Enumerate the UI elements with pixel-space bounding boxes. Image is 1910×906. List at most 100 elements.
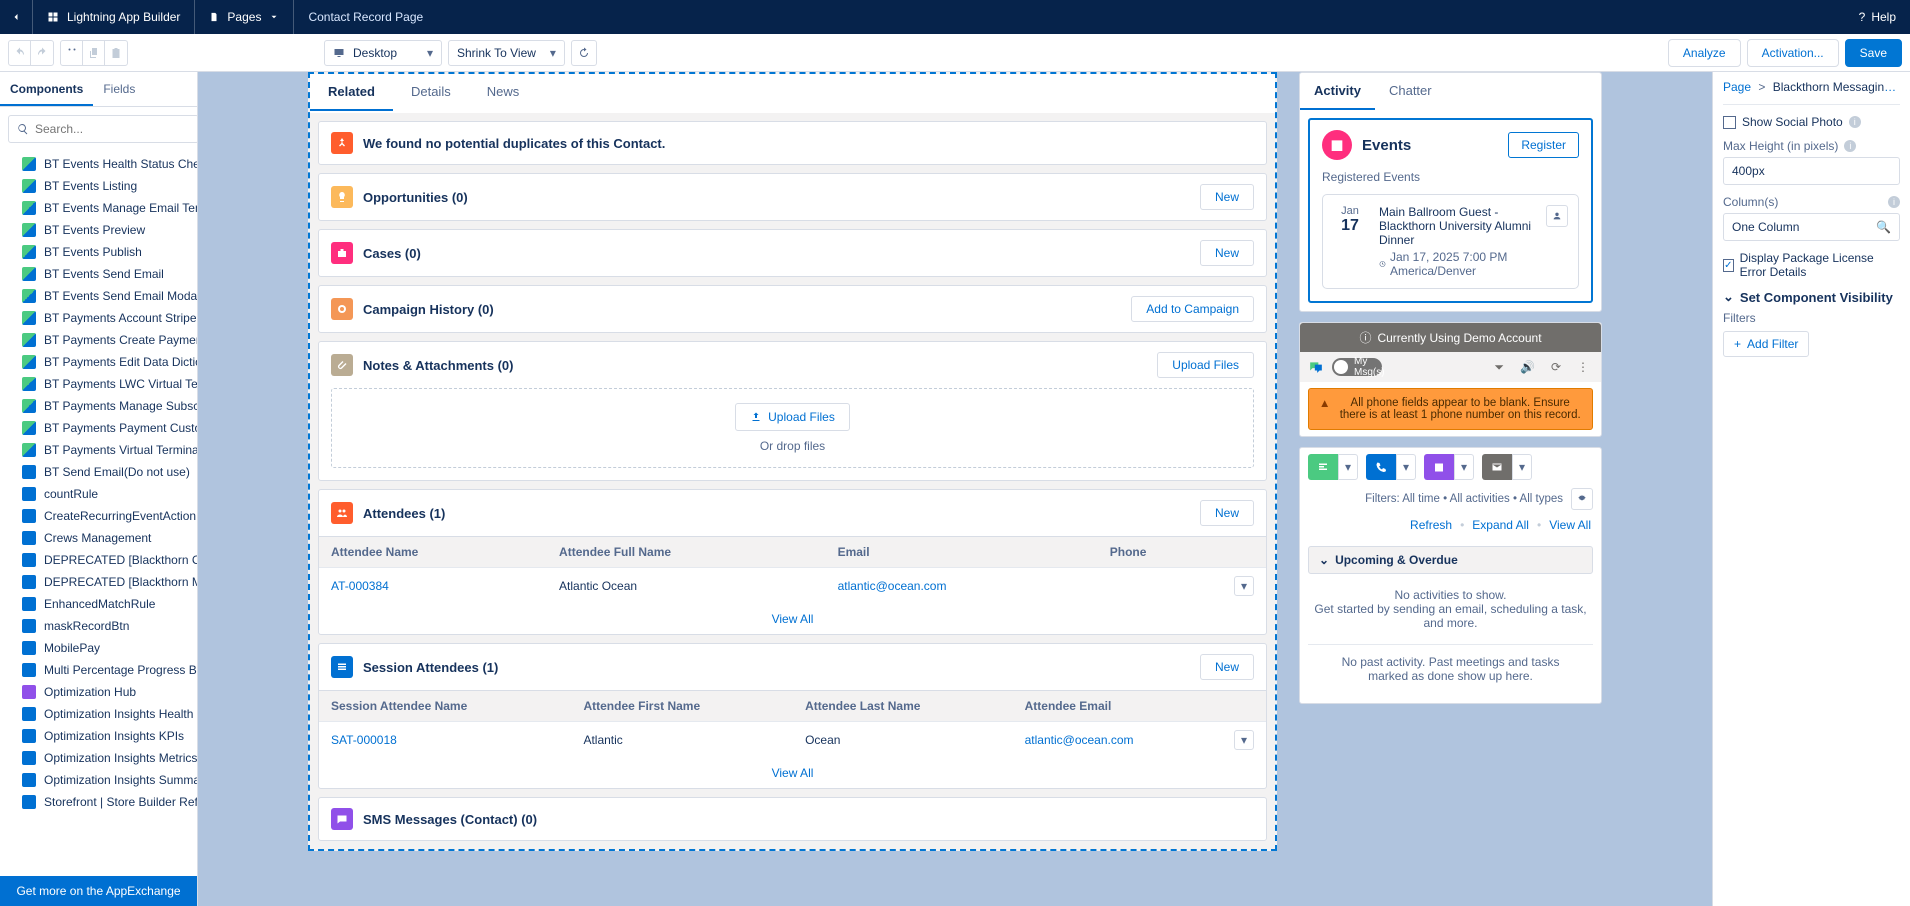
campaign-card[interactable]: Campaign History (0) Add to Campaign (318, 285, 1267, 333)
activity-timeline[interactable]: ▾ ▾ ▾ ▾ Filters: All time • All activiti… (1299, 447, 1602, 704)
component-item[interactable]: countRule (0, 483, 197, 505)
component-item[interactable]: BT Payments LWC Virtual Terminal (0, 373, 197, 395)
help-button[interactable]: ? Help (1845, 10, 1910, 24)
reload-icon[interactable]: ⟳ (1547, 360, 1565, 374)
more-icon[interactable]: ⋮ (1573, 360, 1593, 374)
appexchange-button[interactable]: Get more on the AppExchange (0, 876, 197, 906)
component-item[interactable]: BT Payments Account Stripe Cus... (0, 307, 197, 329)
sound-icon[interactable]: 🔊 (1516, 360, 1539, 374)
upload-files-button[interactable]: Upload Files (1157, 352, 1254, 378)
row-menu-button[interactable]: ▾ (1234, 730, 1254, 750)
component-item[interactable]: BT Events Manage Email Template (0, 197, 197, 219)
component-item[interactable]: BT Events Send Email (0, 263, 197, 285)
opportunities-new-button[interactable]: New (1200, 184, 1254, 210)
component-item[interactable]: Optimization Insights Summary (0, 769, 197, 791)
event-dropdown[interactable]: ▾ (1454, 454, 1474, 480)
component-item[interactable]: BT Payments Create Payment M... (0, 329, 197, 351)
session-new-button[interactable]: New (1200, 654, 1254, 680)
component-item[interactable]: BT Send Email(Do not use) (0, 461, 197, 483)
component-item[interactable]: Optimization Insights Health Che... (0, 703, 197, 725)
events-component-selected[interactable]: Events Register Registered Events Jan 17… (1308, 118, 1593, 303)
email-button[interactable] (1482, 454, 1512, 480)
cases-new-button[interactable]: New (1200, 240, 1254, 266)
task-button[interactable] (1308, 454, 1338, 480)
call-dropdown[interactable]: ▾ (1396, 454, 1416, 480)
messaging-component[interactable]: ⓘ Currently Using Demo Account My Msg(s)… (1299, 322, 1602, 437)
session-link[interactable]: SAT-000018 (331, 733, 397, 747)
device-select[interactable]: Desktop ▾ (324, 40, 442, 66)
tab-activity[interactable]: Activity (1300, 73, 1375, 110)
timeline-settings-button[interactable] (1571, 488, 1593, 510)
event-action-button[interactable] (1546, 205, 1568, 227)
pkg-error-checkbox[interactable]: ✓ (1723, 259, 1734, 272)
upcoming-section[interactable]: ⌄ Upcoming & Overdue (1308, 546, 1593, 574)
activity-card[interactable]: Activity Chatter Events Register Registe… (1299, 72, 1602, 312)
analyze-button[interactable]: Analyze (1668, 39, 1741, 67)
crumb-page[interactable]: Page (1723, 80, 1751, 94)
expand-link[interactable]: Expand All (1472, 518, 1529, 532)
visibility-section[interactable]: ⌄ Set Component Visibility (1723, 289, 1900, 305)
component-item[interactable]: MobilePay (0, 637, 197, 659)
session-view-all[interactable]: View All (772, 766, 814, 780)
component-item[interactable]: BT Events Preview (0, 219, 197, 241)
attendees-card[interactable]: Attendees (1) New Attendee Name Attendee… (318, 489, 1267, 635)
component-item[interactable]: BT Events Listing (0, 175, 197, 197)
max-height-input[interactable]: 400px (1723, 157, 1900, 185)
back-button[interactable] (0, 0, 33, 34)
opportunities-card[interactable]: Opportunities (0) New (318, 173, 1267, 221)
component-item[interactable]: EnhancedMatchRule (0, 593, 197, 615)
my-msgs-toggle[interactable]: My Msg(s) (1332, 358, 1382, 376)
component-item[interactable]: BT Events Send Email Modal (0, 285, 197, 307)
component-item[interactable]: Multi Percentage Progress Bar (0, 659, 197, 681)
task-dropdown[interactable]: ▾ (1338, 454, 1358, 480)
attendees-view-all[interactable]: View All (772, 612, 814, 626)
upload-files-inline-button[interactable]: Upload Files (735, 403, 850, 431)
save-button[interactable]: Save (1845, 39, 1902, 67)
tab-related[interactable]: Related (310, 74, 393, 111)
component-item[interactable]: Storefront | Store Builder Refres... (0, 791, 197, 813)
component-item[interactable]: BT Payments Virtual Terminal (0, 439, 197, 461)
call-button[interactable] (1366, 454, 1396, 480)
tab-details[interactable]: Details (393, 74, 469, 111)
search-input[interactable] (35, 122, 190, 136)
tab-news[interactable]: News (469, 74, 538, 111)
component-item[interactable]: BT Events Publish (0, 241, 197, 263)
sms-card[interactable]: SMS Messages (Contact) (0) (318, 797, 1267, 841)
tab-chatter[interactable]: Chatter (1375, 73, 1446, 110)
component-item[interactable]: Optimization Hub (0, 681, 197, 703)
component-item[interactable]: DEPRECATED [Blackthorn Messa... (0, 571, 197, 593)
component-item[interactable]: CreateRecurringEventAction (0, 505, 197, 527)
app-builder-button[interactable]: Lightning App Builder (33, 0, 195, 34)
component-item[interactable]: BT Payments Payment Customer... (0, 417, 197, 439)
filter-icon[interactable]: ⏷ (1490, 360, 1508, 375)
columns-select[interactable]: One Column 🔍 (1723, 213, 1900, 241)
viewall-link[interactable]: View All (1549, 518, 1591, 532)
cases-card[interactable]: Cases (0) New (318, 229, 1267, 277)
component-item[interactable]: DEPRECATED [Blackthorn Conve... (0, 549, 197, 571)
component-item[interactable]: BT Payments Edit Data Dictionary (0, 351, 197, 373)
duplicates-card[interactable]: We found no potential duplicates of this… (318, 121, 1267, 165)
info-icon[interactable]: i (1844, 140, 1856, 152)
attendees-new-button[interactable]: New (1200, 500, 1254, 526)
info-icon[interactable]: i (1849, 116, 1861, 128)
cut-button[interactable] (61, 41, 83, 65)
attendee-email-link[interactable]: atlantic@ocean.com (838, 579, 947, 593)
attendee-link[interactable]: AT-000384 (331, 579, 389, 593)
component-item[interactable]: Optimization Insights Metrics (0, 747, 197, 769)
show-social-checkbox[interactable] (1723, 116, 1736, 129)
component-item[interactable]: BT Payments Manage Subscripti... (0, 395, 197, 417)
sess-email-link[interactable]: atlantic@ocean.com (1025, 733, 1134, 747)
info-icon[interactable]: i (1888, 196, 1900, 208)
component-item[interactable]: BT Events Health Status Check (0, 153, 197, 175)
pages-dropdown[interactable]: Pages (195, 0, 294, 34)
row-menu-button[interactable]: ▾ (1234, 576, 1254, 596)
refresh-button[interactable] (571, 40, 597, 66)
session-attendees-card[interactable]: Session Attendees (1) New Session Attend… (318, 643, 1267, 789)
add-filter-button[interactable]: + Add Filter (1723, 331, 1809, 357)
activation-button[interactable]: Activation... (1747, 39, 1839, 67)
event-item[interactable]: Jan 17 Main Ballroom Guest - Blackthorn … (1322, 194, 1579, 289)
notes-card[interactable]: Notes & Attachments (0) Upload Files Upl… (318, 341, 1267, 481)
email-dropdown[interactable]: ▾ (1512, 454, 1532, 480)
component-item[interactable]: Crews Management (0, 527, 197, 549)
refresh-link[interactable]: Refresh (1410, 518, 1452, 532)
